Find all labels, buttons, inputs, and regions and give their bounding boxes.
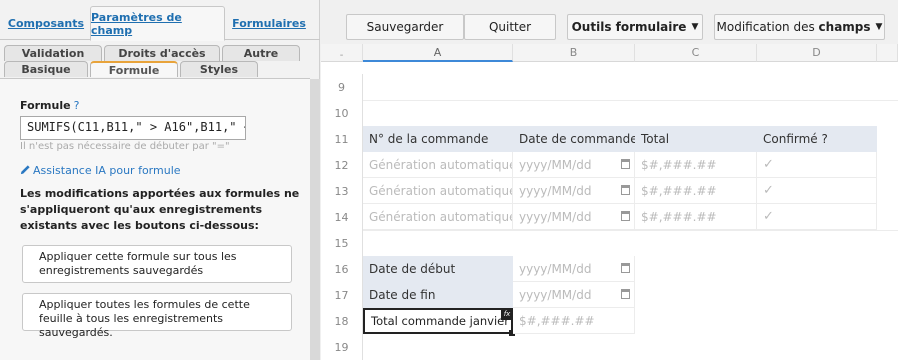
row-number[interactable]: 16 <box>321 256 363 282</box>
date-cell[interactable]: yyyy/MM/dd <box>513 204 635 230</box>
auto-number-cell[interactable]: Génération automatique <box>363 152 513 178</box>
row-divider <box>363 230 898 231</box>
formula-label-text: Formule <box>20 99 71 112</box>
header-cell-confirmed[interactable]: Confirmé ? <box>757 126 877 152</box>
auto-number-cell[interactable]: Génération automatique <box>363 204 513 230</box>
row-divider <box>363 100 898 101</box>
subtab-autre[interactable]: Autre <box>222 45 300 61</box>
sheet-area: Sauvegarder Quitter Outils formulaire ▼ M… <box>321 0 898 360</box>
formula-settings: Formule? SUMIFS(C11,B11," > A16",B11," <… <box>0 79 310 360</box>
column-header-c[interactable]: C <box>635 44 757 62</box>
row-number[interactable]: 12 <box>321 152 363 178</box>
total-january-label: Total commande janvier <box>371 314 509 328</box>
column-header-empty <box>877 44 898 62</box>
subtab-droits-acces[interactable]: Droits d'accès <box>104 45 220 61</box>
formula-label: Formule? <box>20 99 79 112</box>
help-icon[interactable]: ? <box>74 99 80 112</box>
calendar-icon[interactable] <box>621 289 630 299</box>
start-date-label[interactable]: Date de début <box>363 256 513 282</box>
confirmed-cell[interactable]: ✓ <box>757 204 877 230</box>
save-button[interactable]: Sauvegarder <box>346 14 464 40</box>
subtab-formule[interactable]: Formule <box>90 61 178 77</box>
checkmark-icon: ✓ <box>763 183 774 198</box>
column-header-a[interactable]: A <box>363 44 513 62</box>
top-tabs: Composants Paramètres de champ Formulair… <box>0 0 320 41</box>
subtab-validation[interactable]: Validation <box>4 45 102 61</box>
checkmark-icon: ✓ <box>763 157 774 172</box>
subtab-basique[interactable]: Basique <box>4 61 88 77</box>
row-number[interactable]: 10 <box>321 100 363 126</box>
row-number[interactable]: 17 <box>321 282 363 308</box>
modify-fields-prefix: Modification des <box>716 20 819 34</box>
row-number[interactable]: 9 <box>321 74 363 100</box>
row-number[interactable]: 11 <box>321 126 363 152</box>
date-placeholder: yyyy/MM/dd <box>519 287 592 302</box>
spreadsheet-grid: - A B C D 9 10 11 12 13 14 15 16 17 18 1… <box>321 44 898 360</box>
checkmark-icon: ✓ <box>763 209 774 224</box>
formula-icon: fx <box>501 308 513 320</box>
calendar-icon[interactable] <box>621 185 630 195</box>
grid-corner: - <box>321 44 363 62</box>
form-tools-label: Outils formulaire <box>571 20 687 34</box>
start-date-cell[interactable]: yyyy/MM/dd <box>513 256 635 282</box>
formula-hint: Il n'est pas nécessaire de débuter par "… <box>20 141 230 152</box>
column-header-d[interactable]: D <box>757 44 877 62</box>
panel-scrollbar[interactable] <box>310 79 320 360</box>
apply-all-formulas-button[interactable]: Appliquer toutes les formules de cette f… <box>22 293 292 339</box>
row-number[interactable]: 14 <box>321 204 363 230</box>
warning-text: Les modifications apportées aux formules… <box>20 187 300 232</box>
modify-fields-button[interactable]: Modification des champs ▼ <box>714 14 885 40</box>
subtab-styles[interactable]: Styles <box>180 61 258 77</box>
caret-down-icon: ▼ <box>691 22 699 32</box>
ai-assist-link[interactable]: Assistance IA pour formule <box>20 164 181 177</box>
ai-assist-label: Assistance IA pour formule <box>33 164 181 177</box>
confirmed-cell[interactable]: ✓ <box>757 152 877 178</box>
sub-tabs-row-1: Validation Droits d'accès Autre <box>4 45 300 61</box>
caret-down-icon: ▼ <box>875 22 883 32</box>
modify-fields-bold: champs <box>818 20 871 34</box>
date-placeholder: yyyy/MM/dd <box>519 157 592 172</box>
date-placeholder: yyyy/MM/dd <box>519 183 592 198</box>
header-cell-order-number[interactable]: N° de la commande <box>363 126 513 152</box>
date-cell[interactable]: yyyy/MM/dd <box>513 152 635 178</box>
form-tools-button[interactable]: Outils formulaire ▼ <box>567 14 703 40</box>
tab-parametres-de-champ[interactable]: Paramètres de champ <box>90 6 225 41</box>
field-settings-panel: Composants Paramètres de champ Formulair… <box>0 0 320 360</box>
quit-button[interactable]: Quitter <box>464 14 556 40</box>
row-number[interactable]: 13 <box>321 178 363 204</box>
calendar-icon[interactable] <box>621 211 630 221</box>
sub-tabs-row-2: Basique Formule Styles <box>4 61 300 77</box>
date-placeholder: yyyy/MM/dd <box>519 261 592 276</box>
end-date-cell[interactable]: yyyy/MM/dd <box>513 282 635 308</box>
row-number[interactable]: 15 <box>321 230 363 256</box>
calendar-icon[interactable] <box>621 263 630 273</box>
formula-input[interactable]: SUMIFS(C11,B11," > A16",B11," < <box>20 116 246 140</box>
total-cell[interactable]: $#,###.## <box>635 152 757 178</box>
header-cell-order-date[interactable]: Date de commande <box>513 126 635 152</box>
pencil-icon <box>20 165 30 175</box>
calendar-icon[interactable] <box>621 159 630 169</box>
date-cell[interactable]: yyyy/MM/dd <box>513 178 635 204</box>
tab-formulaires[interactable]: Formulaires <box>228 6 310 40</box>
confirmed-cell[interactable]: ✓ <box>757 178 877 204</box>
tab-composants[interactable]: Composants <box>6 6 86 40</box>
row-number[interactable]: 19 <box>321 334 363 360</box>
total-january-value[interactable]: $#,###.## <box>513 308 635 334</box>
date-placeholder: yyyy/MM/dd <box>519 209 592 224</box>
selected-cell-total-january[interactable]: Total commande janvier fx <box>363 308 515 336</box>
row-number[interactable]: 18 <box>321 308 363 334</box>
total-cell[interactable]: $#,###.## <box>635 178 757 204</box>
toolbar: Sauvegarder Quitter Outils formulaire ▼ M… <box>321 0 898 44</box>
auto-number-cell[interactable]: Génération automatique <box>363 178 513 204</box>
end-date-label[interactable]: Date de fin <box>363 282 513 308</box>
total-cell[interactable]: $#,###.## <box>635 204 757 230</box>
header-cell-total[interactable]: Total <box>635 126 757 152</box>
column-header-b[interactable]: B <box>513 44 635 62</box>
apply-formula-button[interactable]: Appliquer cette formule sur tous les enr… <box>22 245 292 283</box>
